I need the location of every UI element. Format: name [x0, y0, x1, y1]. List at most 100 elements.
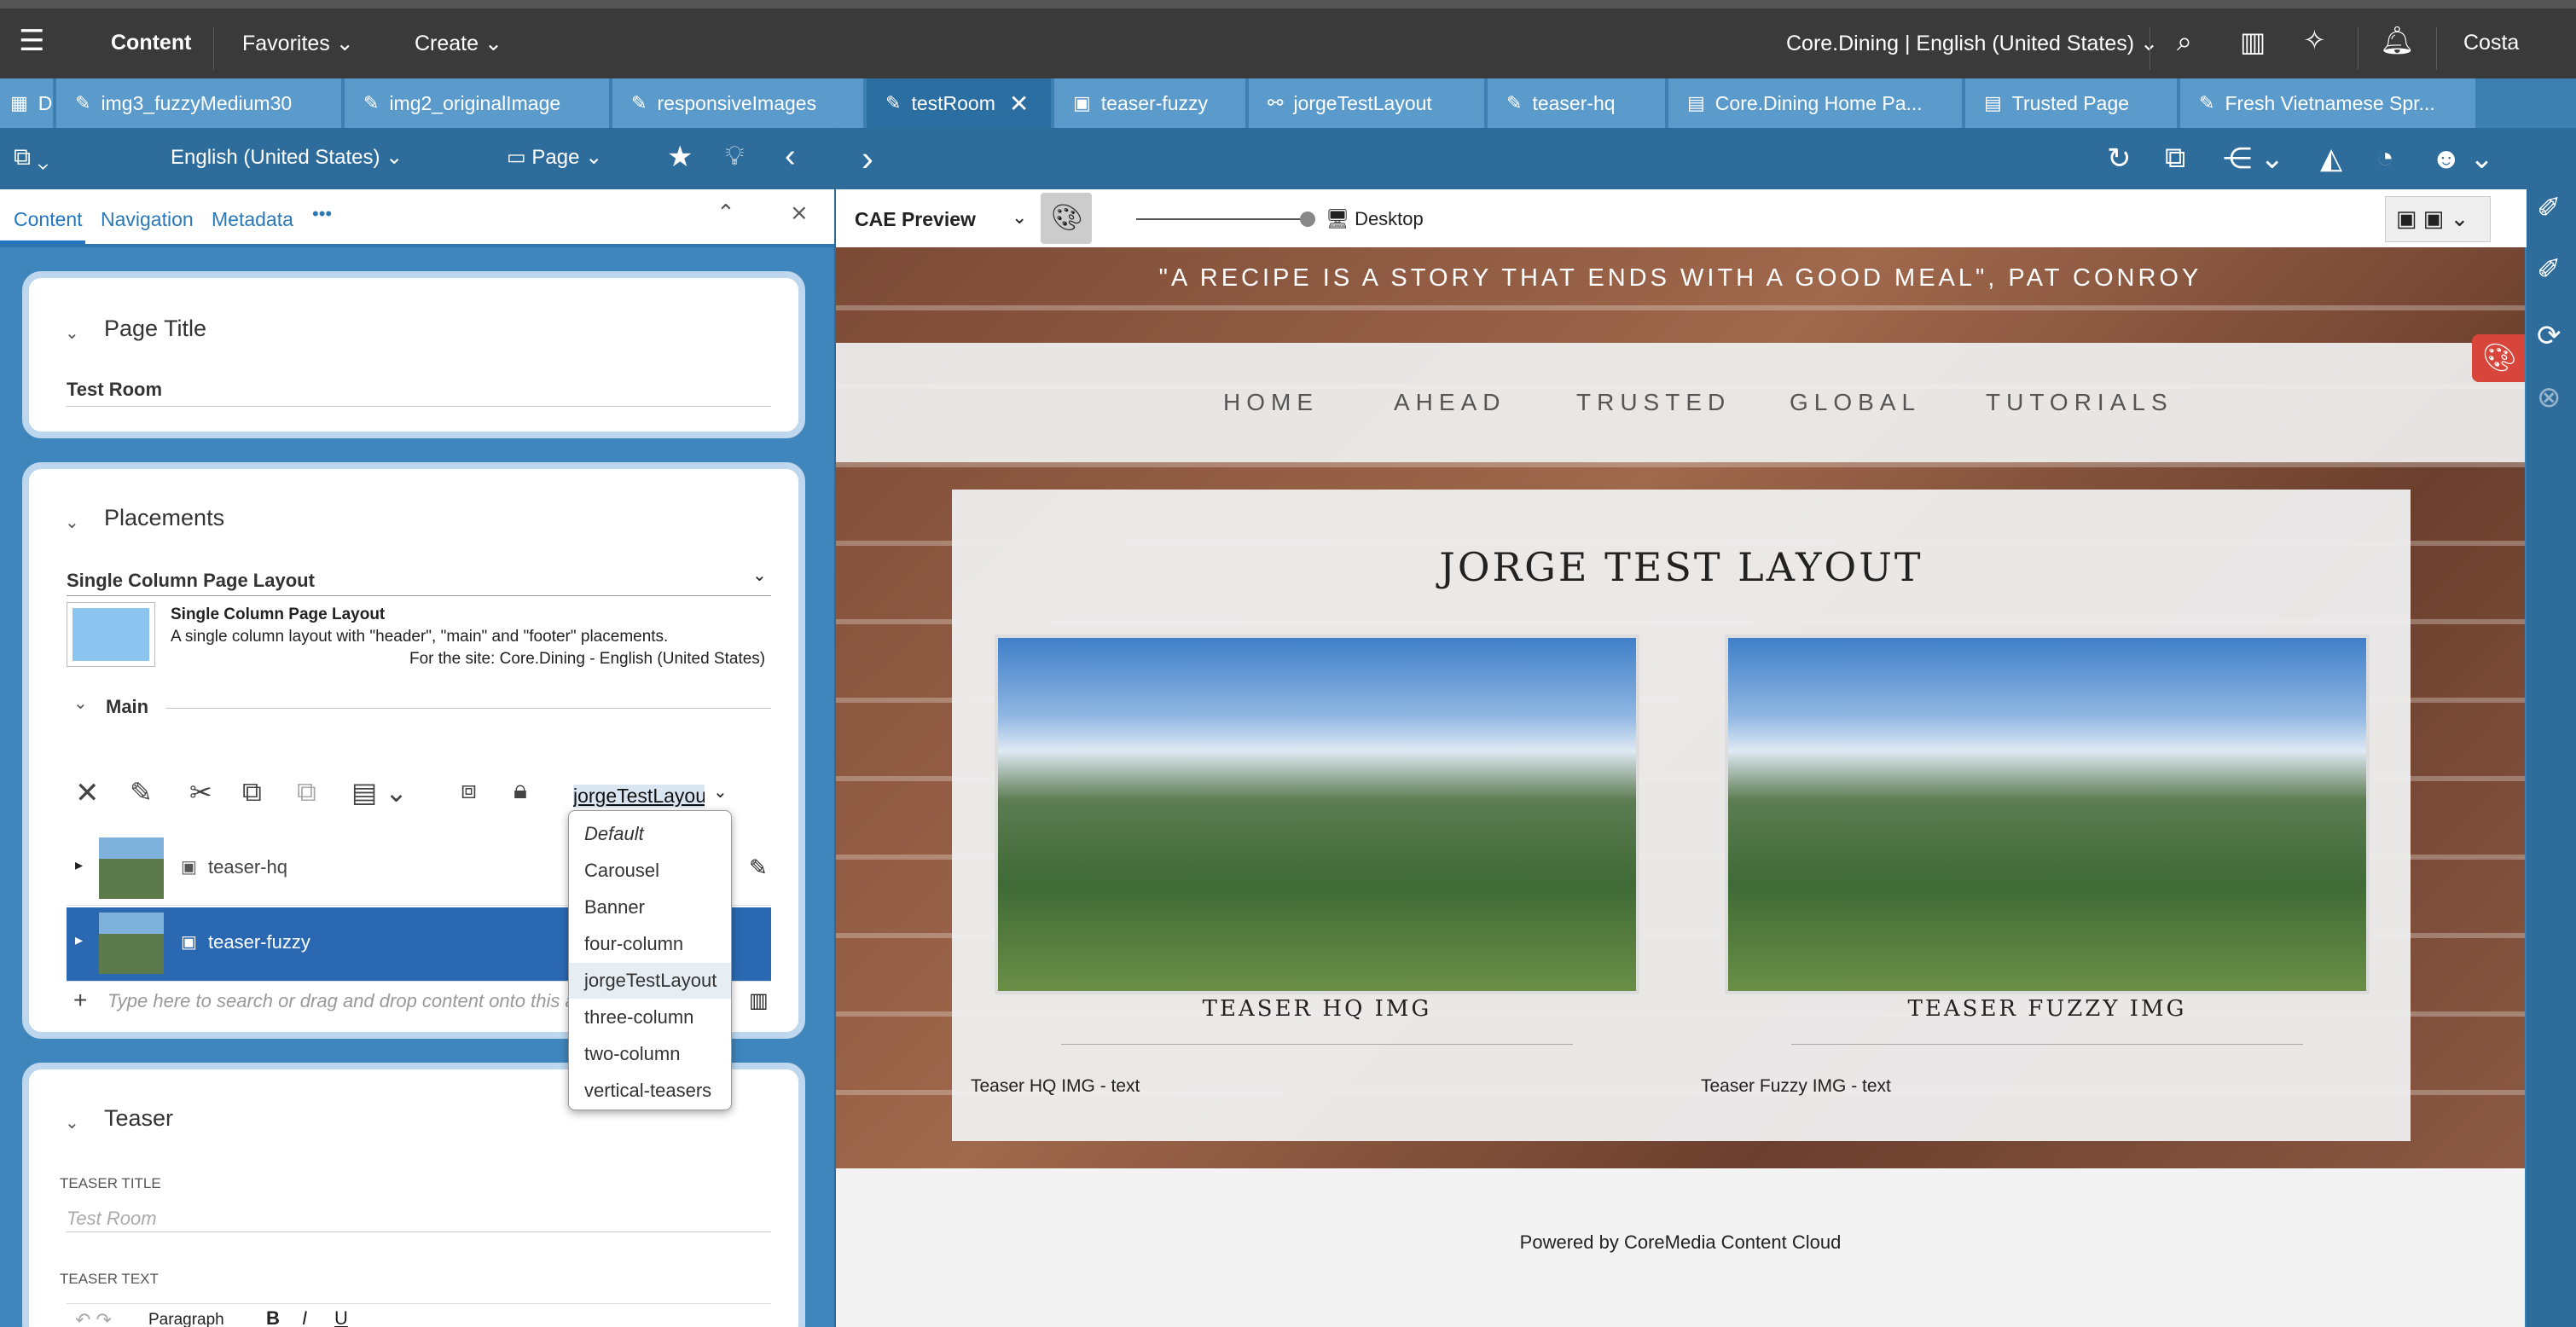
brush-edit-icon[interactable]: ✐	[2537, 252, 2561, 287]
favorites-menu[interactable]: Favorites ⌄	[242, 31, 354, 56]
desktop-icon[interactable]: ▣ ▣ ⌄	[2396, 206, 2469, 232]
share-icon[interactable]: ⋲ ⌄	[2223, 142, 2284, 176]
device-toggle[interactable]: ▣ ▣ ⌄	[2385, 196, 2491, 242]
option-four-column[interactable]: four-column	[569, 926, 731, 962]
option-banner[interactable]: Banner	[569, 889, 731, 925]
locale-selector[interactable]: English (United States) ⌄	[171, 145, 403, 170]
user-menu[interactable]: Costa	[2463, 31, 2519, 55]
reload-icon[interactable]: ↻	[2107, 142, 2132, 176]
teaser-fuzzy-title[interactable]: TEASER FUZZY IMG	[1725, 996, 2370, 1022]
library-icon[interactable]: ▥	[749, 988, 769, 1013]
tab-jorge-test-layout[interactable]: ⚯ jorgeTestLayout	[1249, 78, 1486, 128]
chevron-down-icon[interactable]: ⌄	[65, 1112, 79, 1133]
option-jorge-test-layout[interactable]: jorgeTestLayout	[569, 963, 731, 999]
nav-trusted[interactable]: TRUSTED	[1576, 389, 1731, 416]
external-link-icon[interactable]: ⧉	[2165, 142, 2185, 175]
lightbulb-icon[interactable]: 💡︎	[725, 140, 744, 172]
nav-ahead[interactable]: AHEAD	[1394, 389, 1506, 416]
tab-teaser-fuzzy[interactable]: ▣ teaser-fuzzy	[1054, 78, 1247, 128]
chevron-down-icon[interactable]: ⌄	[713, 781, 728, 803]
tab-dashboard[interactable]: ▦ D	[0, 78, 55, 128]
search-advanced-icon[interactable]: ⌕	[2177, 26, 2192, 58]
time-icon[interactable]: ◔	[2376, 142, 2394, 175]
new-content-icon[interactable]: ▤ ⌄	[351, 776, 408, 808]
view-type-select[interactable]: jorgeTestLayout	[573, 785, 705, 808]
option-two-column[interactable]: two-column	[569, 1036, 731, 1072]
document-type-icon[interactable]: ⧉ ⌄	[14, 143, 49, 171]
close-icon[interactable]: ✕	[1009, 90, 1029, 118]
site-selector[interactable]: Core.Dining | English (United States) ⌄	[1786, 31, 2158, 56]
hierarchy-icon[interactable]: ⧈	[461, 776, 477, 805]
teaser-fuzzy-image[interactable]	[1725, 635, 2370, 994]
underline-icon[interactable]: U	[334, 1307, 348, 1327]
nav-tutorials[interactable]: TUTORIALS	[1986, 389, 2173, 416]
chevron-right-icon[interactable]: ›	[862, 138, 873, 179]
bold-icon[interactable]: B	[266, 1307, 280, 1327]
palette-button[interactable]: 🎨︎	[1041, 193, 1092, 244]
teaser-title-field[interactable]: Test Room	[67, 1208, 157, 1230]
slider-thumb[interactable]	[1300, 212, 1315, 227]
teaser-fuzzy-text: Teaser Fuzzy IMG - text	[1701, 1076, 1891, 1096]
tab-img2-original[interactable]: ✎ img2_originalImage	[345, 78, 611, 128]
hamburger-icon[interactable]: ☰	[19, 24, 44, 58]
tab-test-room[interactable]: ✎ testRoom ✕	[867, 78, 1053, 128]
copy-icon[interactable]: ⧉	[242, 776, 262, 808]
page-type-selector[interactable]: ▭ Page ⌄	[507, 145, 602, 170]
expand-icon[interactable]: ▸	[75, 931, 83, 949]
tab-navigation[interactable]: Navigation	[101, 208, 194, 231]
user-test-icon[interactable]: ☻ ⌄	[2431, 142, 2494, 176]
plus-icon[interactable]: +	[73, 987, 87, 1014]
tab-fresh-vietnamese[interactable]: ✎ Fresh Vietnamese Spr...	[2180, 78, 2477, 128]
chevron-down-icon[interactable]: ⌄	[752, 565, 767, 586]
sync-icon[interactable]: ⟳	[2537, 319, 2561, 353]
brush-icon[interactable]: ✐	[2537, 191, 2561, 225]
scissors-icon[interactable]: ✂	[189, 776, 212, 808]
bell-icon[interactable]: 🔔︎	[2380, 24, 2415, 56]
option-three-column[interactable]: three-column	[569, 1000, 731, 1035]
option-default[interactable]: Default	[569, 816, 731, 852]
collapse-all-icon[interactable]: ⨯	[790, 200, 809, 226]
paragraph-select[interactable]: Paragraph	[148, 1311, 224, 1327]
zoom-slider[interactable]	[1136, 218, 1315, 220]
page-layout-select[interactable]: Single Column Page Layout	[67, 570, 315, 592]
star-icon[interactable]: ★	[667, 140, 693, 174]
nav-global[interactable]: GLOBAL	[1790, 389, 1921, 416]
control-room-icon[interactable]: ✧	[2303, 24, 2326, 56]
option-vertical-teasers[interactable]: vertical-teasers	[569, 1073, 731, 1109]
expand-icon[interactable]: ▸	[75, 856, 83, 874]
app-title[interactable]: Content	[111, 31, 191, 55]
chevron-down-icon[interactable]: ⌄	[73, 692, 88, 714]
nav-home[interactable]: HOME	[1223, 389, 1319, 416]
chevron-down-icon[interactable]: ⌄	[65, 512, 79, 533]
option-carousel[interactable]: Carousel	[569, 853, 731, 889]
tab-content[interactable]: Content	[14, 208, 83, 231]
translate-icon[interactable]: ⊗	[2537, 380, 2561, 414]
library-icon[interactable]: ▥	[2240, 26, 2266, 58]
tab-core-dining-home[interactable]: ▤ Core.Dining Home Pa...	[1668, 78, 1964, 128]
collapse-up-down-icon[interactable]: ⌃	[717, 200, 735, 226]
chevron-down-icon[interactable]: ⌄	[1012, 206, 1027, 229]
teaser-hq-title[interactable]: TEASER HQ IMG	[995, 996, 1639, 1022]
remove-icon[interactable]: ✕	[75, 776, 100, 810]
chevron-left-icon[interactable]: ‹	[785, 138, 796, 175]
lock-icon[interactable]: 🔒︎	[513, 776, 527, 805]
analytics-icon[interactable]: ◭	[2320, 142, 2342, 176]
italic-icon[interactable]: I	[302, 1307, 307, 1327]
page-title-field[interactable]: Test Room	[67, 379, 162, 401]
chevron-down-icon[interactable]: ⌄	[65, 322, 79, 344]
preview-mode-select[interactable]: CAE Preview	[855, 208, 976, 231]
tab-teaser-hq[interactable]: ✎ teaser-hq	[1488, 78, 1667, 128]
create-menu[interactable]: Create ⌄	[415, 31, 502, 56]
undo-icon[interactable]: ↶ ↷	[75, 1309, 112, 1327]
paste-icon[interactable]: ⧉	[297, 776, 316, 808]
tab-img3-fuzzy[interactable]: ✎ img3_fuzzyMedium30	[56, 78, 343, 128]
theme-palette-button[interactable]: 🎨︎	[2472, 334, 2525, 382]
teaser-hq-image[interactable]	[995, 635, 1639, 994]
pencil-icon[interactable]: ✎	[749, 855, 768, 881]
pencil-icon[interactable]: ✎	[130, 776, 153, 808]
tab-trusted-page[interactable]: ▤ Trusted Page	[1965, 78, 2179, 128]
more-icon[interactable]: •••	[312, 203, 332, 225]
search-input[interactable]: Type here to search or drag and drop con…	[107, 990, 585, 1012]
tab-responsive-images[interactable]: ✎ responsiveImages	[612, 78, 865, 128]
tab-metadata[interactable]: Metadata	[212, 208, 293, 231]
